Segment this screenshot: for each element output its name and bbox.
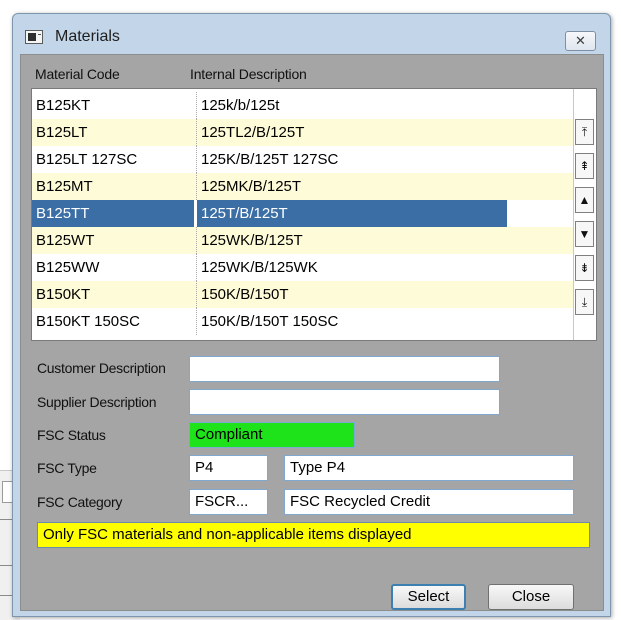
internal-description-cell: 150K/B/150T — [196, 281, 576, 308]
internal-description-cell: 150K/B/150T 150SC — [196, 308, 576, 335]
supplier-description-field[interactable] — [189, 389, 500, 415]
column-header-material-code[interactable]: Material Code — [35, 66, 120, 82]
dialog-title: Materials — [55, 28, 120, 45]
close-window-button[interactable]: ✕ — [565, 31, 596, 51]
materials-dialog: Materials ✕ Material Code Internal Descr… — [12, 13, 611, 617]
dialog-body: Material Code Internal Description B125K… — [20, 54, 604, 611]
material-code-cell: B125TT — [32, 200, 194, 227]
close-button[interactable]: Close — [488, 584, 574, 610]
close-icon: ✕ — [575, 33, 586, 48]
fsc-type-name-field[interactable]: Type P4 — [284, 455, 574, 481]
page-up-icon: ⇞ — [579, 159, 590, 173]
scroll-up-button[interactable]: ▲ — [575, 187, 594, 213]
internal-description-cell: 125WK/B/125WK — [196, 254, 576, 281]
list-row[interactable]: B125MT 125MK/B/125T — [32, 173, 576, 200]
scroll-up-icon: ▲ — [578, 193, 591, 207]
customer-description-field[interactable] — [189, 356, 500, 382]
fsc-category-label: FSC Category — [37, 494, 123, 510]
internal-description-cell: 125K/B/125T 127SC — [196, 146, 576, 173]
material-code-cell: B150KT 150SC — [36, 313, 140, 330]
internal-description-cell: 125k/b/125t — [196, 92, 576, 119]
list-row[interactable]: B150KT 150K/B/150T — [32, 281, 576, 308]
scroll-down-button[interactable]: ▼ — [575, 221, 594, 247]
list-scrollbar[interactable]: ⤒ ⇞ ▲ ▼ ⇟ ⤓ — [573, 89, 596, 340]
fsc-filter-notice: Only FSC materials and non-applicable it… — [37, 522, 590, 548]
material-code-cell: B125MT — [36, 178, 93, 195]
title-bar[interactable]: Materials ✕ — [13, 14, 610, 54]
fsc-status-label: FSC Status — [37, 427, 106, 443]
supplier-description-label: Supplier Description — [37, 394, 157, 410]
material-code-cell: B150KT — [36, 286, 91, 303]
scroll-top-button[interactable]: ⤒ — [575, 119, 594, 145]
material-code-cell: B125WT — [36, 232, 95, 249]
fsc-category-code-field[interactable]: FSCR... — [189, 489, 268, 515]
list-row-selected[interactable]: B125TT 125T/B/125T — [32, 200, 576, 227]
scroll-down-icon: ▼ — [578, 227, 591, 241]
internal-description-cell: 125MK/B/125T — [196, 173, 576, 200]
scroll-bottom-icon: ⤓ — [581, 295, 588, 309]
materials-list[interactable]: B125KT 125k/b/125t B125LT 125TL2/B/125T B125… — [31, 88, 597, 341]
fsc-category-name-field[interactable]: FSC Recycled Credit — [284, 489, 574, 515]
list-row[interactable]: B150KT 150SC 150K/B/150T 150SC — [32, 308, 576, 335]
list-row[interactable]: B125KT 125k/b/125t — [32, 92, 576, 119]
app-window-icon — [25, 30, 43, 44]
list-row[interactable]: B125WW 125WK/B/125WK — [32, 254, 576, 281]
material-code-cell: B125LT — [36, 124, 88, 141]
material-code-cell: B125LT 127SC — [36, 151, 138, 168]
page-down-button[interactable]: ⇟ — [575, 255, 594, 281]
list-row[interactable]: B125LT 127SC 125K/B/125T 127SC — [32, 146, 576, 173]
internal-description-cell: 125WK/B/125T — [196, 227, 576, 254]
scroll-top-icon: ⤒ — [581, 125, 588, 139]
list-row[interactable]: B125LT 125TL2/B/125T — [32, 119, 576, 146]
page-down-icon: ⇟ — [579, 261, 590, 275]
select-button[interactable]: Select — [391, 584, 466, 610]
material-code-cell: B125KT — [36, 97, 91, 114]
fsc-status-field: Compliant — [189, 422, 355, 448]
fsc-type-label: FSC Type — [37, 460, 97, 476]
column-header-internal-description[interactable]: Internal Description — [190, 66, 307, 82]
customer-description-label: Customer Description — [37, 360, 166, 376]
fsc-type-code-field[interactable]: P4 — [189, 455, 268, 481]
internal-description-cell: 125T/B/125T — [196, 200, 507, 227]
list-row[interactable]: B125WT 125WK/B/125T — [32, 227, 576, 254]
page-up-button[interactable]: ⇞ — [575, 153, 594, 179]
scroll-bottom-button[interactable]: ⤓ — [575, 289, 594, 315]
material-code-cell: B125WW — [36, 259, 100, 276]
internal-description-cell: 125TL2/B/125T — [196, 119, 576, 146]
